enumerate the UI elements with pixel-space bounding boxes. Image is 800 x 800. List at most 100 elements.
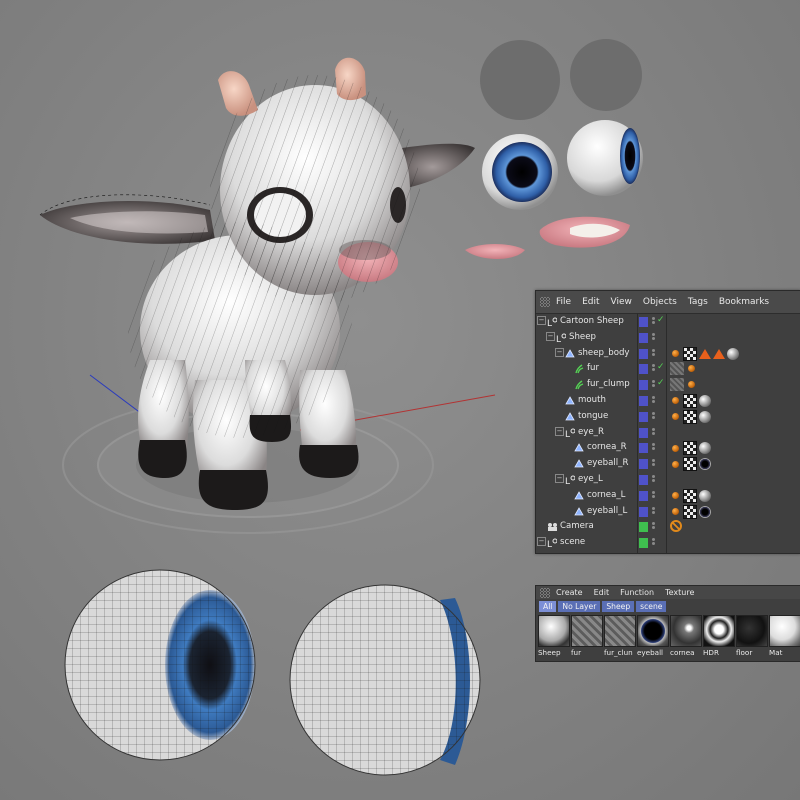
- material-preview-icon[interactable]: [769, 615, 800, 647]
- menu-function[interactable]: Function: [620, 588, 654, 597]
- visibility-dots-icon[interactable]: [652, 364, 656, 372]
- layer-color-swatch[interactable]: [639, 364, 648, 375]
- expand-toggle-icon[interactable]: −: [555, 473, 564, 483]
- phong-tag-icon[interactable]: [672, 508, 679, 516]
- layer-color-swatch[interactable]: [639, 411, 648, 422]
- menu-edit[interactable]: Edit: [582, 297, 599, 307]
- tree-row-sheep[interactable]: − L Sheep: [536, 330, 800, 346]
- visibility-dots-icon[interactable]: [652, 395, 656, 404]
- texture-tag-icon[interactable]: [683, 409, 697, 424]
- menu-view[interactable]: View: [611, 297, 632, 307]
- material-fur-clun[interactable]: fur_clun: [604, 615, 636, 657]
- layer-color-swatch[interactable]: [639, 522, 648, 533]
- tree-row-cornea-r[interactable]: cornea_R: [536, 440, 800, 456]
- expand-toggle-icon[interactable]: −: [546, 331, 555, 341]
- fur-material-tag-icon[interactable]: [670, 362, 684, 376]
- texture-tag-icon[interactable]: [683, 393, 697, 408]
- phong-tag-icon[interactable]: [672, 397, 679, 405]
- visibility-dots-icon[interactable]: [652, 538, 656, 546]
- material-preview-icon[interactable]: [703, 615, 735, 647]
- layer-color-swatch[interactable]: [639, 395, 648, 406]
- eyeball-material-tag-icon[interactable]: [699, 458, 711, 471]
- phong-tag-icon[interactable]: [672, 492, 679, 500]
- tree-item-label[interactable]: scene: [560, 537, 585, 547]
- menu-tags[interactable]: Tags: [688, 297, 708, 307]
- layer-color-swatch[interactable]: [639, 538, 648, 549]
- enabled-check-icon[interactable]: ✓: [657, 362, 665, 372]
- tree-item-label[interactable]: Camera: [560, 521, 594, 531]
- filter-tab-sheep[interactable]: Sheep: [602, 601, 635, 612]
- visibility-dots-icon[interactable]: [652, 411, 656, 420]
- material-preview-icon[interactable]: [670, 615, 702, 647]
- tree-item-label[interactable]: eye_R: [578, 427, 604, 437]
- menu-texture[interactable]: Texture: [665, 588, 694, 597]
- filter-tab-scene[interactable]: scene: [636, 601, 667, 612]
- layer-color-swatch[interactable]: [639, 490, 648, 501]
- layer-color-swatch[interactable]: [639, 459, 648, 470]
- tree-row-fur[interactable]: fur ✓: [536, 361, 800, 377]
- material-preview-icon[interactable]: [736, 615, 768, 647]
- material-tag-icon[interactable]: [699, 442, 711, 455]
- material-tag-icon[interactable]: [699, 394, 711, 407]
- tree-row-eyeball-l[interactable]: eyeball_L: [536, 504, 800, 520]
- tree-item-label[interactable]: cornea_L: [587, 490, 625, 500]
- expand-toggle-icon[interactable]: −: [555, 426, 564, 436]
- material-preview-icon[interactable]: [604, 615, 636, 647]
- enabled-check-icon[interactable]: ✓: [657, 378, 665, 388]
- material-tag-icon[interactable]: [699, 410, 711, 423]
- panel-grip-icon[interactable]: [540, 297, 550, 307]
- menu-objects[interactable]: Objects: [643, 297, 677, 307]
- tree-row-cartoon-sheep[interactable]: − L Cartoon Sheep ✓: [536, 314, 800, 330]
- material-tag-icon[interactable]: [699, 489, 711, 502]
- tree-row-eye-r[interactable]: − Leye_R: [536, 425, 800, 441]
- tree-row-mouth[interactable]: mouth: [536, 393, 800, 409]
- phong-tag-icon[interactable]: [672, 413, 679, 421]
- expand-toggle-icon[interactable]: −: [537, 316, 546, 325]
- visibility-dots-icon[interactable]: [652, 380, 656, 388]
- visibility-dots-icon[interactable]: [652, 474, 656, 483]
- filter-tab-no-layer[interactable]: No Layer: [558, 601, 601, 612]
- expand-toggle-icon[interactable]: −: [555, 347, 564, 357]
- tree-row-eye-l[interactable]: − Leye_L: [536, 472, 800, 488]
- expand-toggle-icon[interactable]: −: [537, 537, 546, 547]
- fur-material-tag-icon[interactable]: [670, 378, 684, 392]
- material-tag-icon[interactable]: [727, 347, 739, 360]
- material-sheep[interactable]: Sheep: [538, 615, 570, 657]
- visibility-dots-icon[interactable]: [652, 348, 656, 357]
- tree-item-label[interactable]: tongue: [578, 411, 608, 421]
- material-fur[interactable]: fur: [571, 615, 603, 657]
- texture-tag-icon[interactable]: [683, 457, 697, 472]
- filter-tab-all[interactable]: All: [539, 601, 557, 612]
- visibility-dots-icon[interactable]: [652, 506, 656, 515]
- layer-color-swatch[interactable]: [639, 317, 648, 327]
- tree-item-label[interactable]: Sheep: [569, 332, 596, 342]
- visibility-dots-icon[interactable]: [652, 522, 656, 530]
- visibility-dots-icon[interactable]: [652, 443, 656, 451]
- panel-grip-icon[interactable]: [540, 587, 550, 598]
- visibility-dots-icon[interactable]: [652, 459, 656, 467]
- display-tag-icon[interactable]: [699, 348, 711, 359]
- visibility-dots-icon[interactable]: [652, 317, 656, 325]
- layer-color-swatch[interactable]: [639, 506, 648, 517]
- tree-item-label[interactable]: eye_L: [578, 474, 603, 484]
- eyeball-material-tag-icon[interactable]: [699, 505, 711, 518]
- texture-tag-icon[interactable]: [683, 346, 697, 361]
- protection-tag-icon[interactable]: [670, 520, 682, 533]
- tree-item-label[interactable]: fur: [587, 363, 599, 373]
- visibility-dots-icon[interactable]: [652, 490, 656, 499]
- tree-item-label[interactable]: Cartoon Sheep: [560, 316, 624, 326]
- tree-item-label[interactable]: eyeball_R: [587, 458, 628, 468]
- phong-tag-icon[interactable]: [688, 365, 695, 373]
- material-floor[interactable]: floor: [736, 615, 768, 657]
- menu-create[interactable]: Create: [556, 588, 583, 597]
- tree-item-label[interactable]: mouth: [578, 395, 606, 405]
- layer-color-swatch[interactable]: [639, 427, 648, 438]
- tree-item-label[interactable]: eyeball_L: [587, 506, 627, 516]
- layer-color-swatch[interactable]: [639, 474, 648, 485]
- enabled-check-icon[interactable]: ✓: [657, 315, 665, 325]
- tree-row-camera[interactable]: Camera: [536, 519, 800, 535]
- tree-item-label[interactable]: cornea_R: [587, 442, 627, 452]
- material-preview-icon[interactable]: [571, 615, 603, 647]
- material-preview-icon[interactable]: [538, 615, 570, 647]
- tree-row-cornea-l[interactable]: cornea_L: [536, 488, 800, 504]
